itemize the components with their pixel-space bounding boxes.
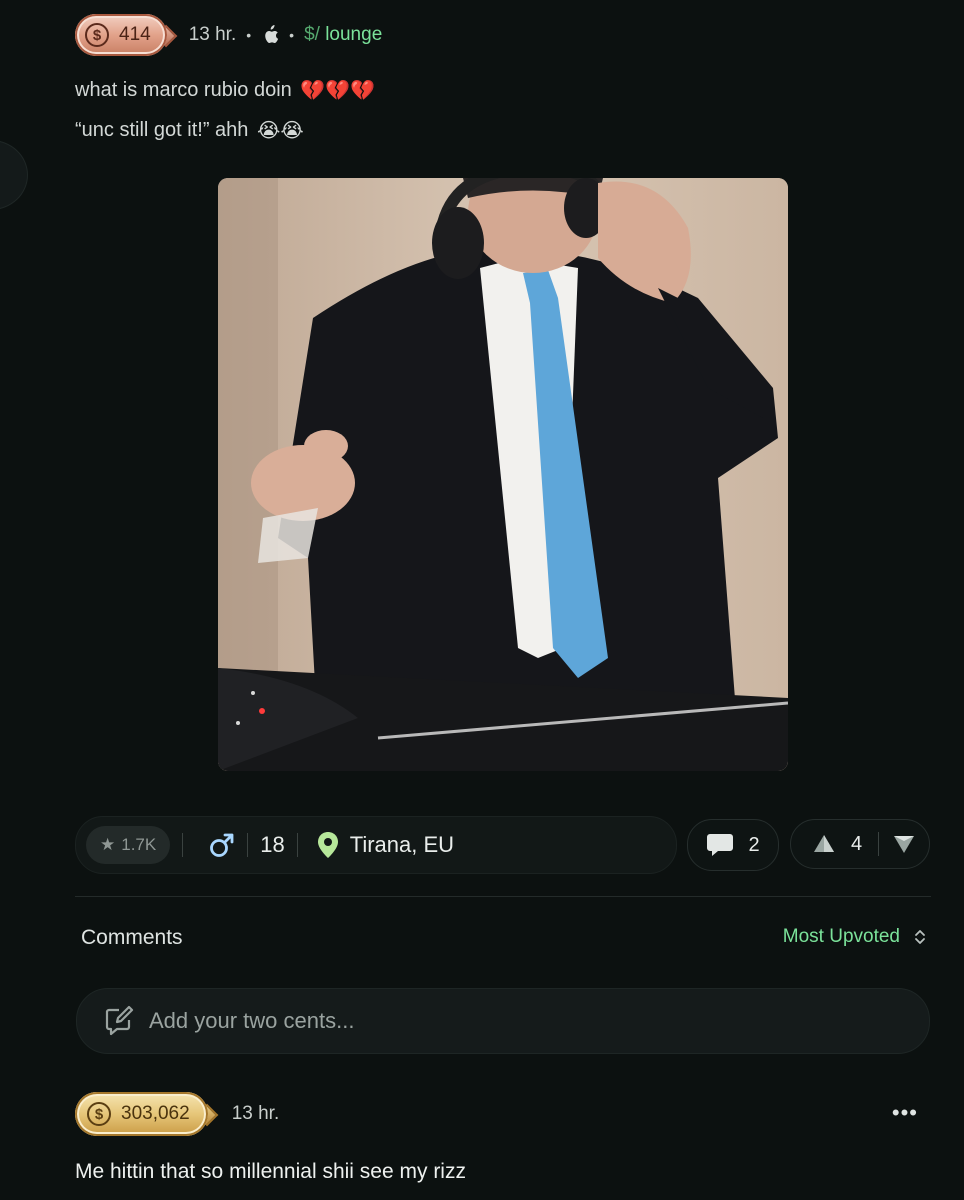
vote-count: 4: [851, 832, 863, 855]
comment-body: Me hittin that so millennial shii see my…: [75, 1160, 466, 1183]
comment-count: 2: [748, 833, 760, 856]
dollar-icon: $: [85, 23, 109, 47]
meta-separator: •: [246, 27, 252, 43]
compose-icon: [105, 1005, 134, 1036]
rating-chip[interactable]: ★ 1.7K: [86, 826, 171, 864]
dj-photo-illustration: [218, 178, 788, 771]
post-header: $ 414 13 hr. • • $/ lounge: [75, 12, 382, 58]
star-icon: ★: [100, 835, 116, 854]
coin-value: 414: [119, 24, 151, 45]
speech-bubble-icon: [707, 834, 734, 856]
community-prefix: $/: [304, 24, 320, 45]
post-body-line-2: “unc still got it!” ahh 😭😭: [75, 118, 304, 143]
post-stats-bar: ★ 1.7K 18 Tirana, EU: [75, 816, 677, 874]
stat-divider: [182, 833, 184, 857]
age-value: 18: [260, 832, 285, 857]
dollar-icon: $: [87, 1102, 111, 1126]
location-pin-icon: [317, 832, 338, 858]
downvote-icon[interactable]: [893, 834, 915, 854]
community-link[interactable]: $/ lounge: [304, 24, 382, 46]
meta-separator: •: [289, 27, 295, 43]
community-name: lounge: [325, 24, 383, 45]
stat-divider: [296, 833, 298, 857]
vote-divider: [878, 832, 880, 856]
comments-button[interactable]: 2: [687, 819, 779, 871]
add-comment-input[interactable]: Add your two cents...: [76, 988, 930, 1054]
comment-time: 13 hr.: [231, 1103, 280, 1124]
post-body-line-1: what is marco rubio doin 💔💔💔: [75, 78, 375, 103]
apple-icon: [265, 25, 279, 43]
comments-heading: Comments: [81, 926, 183, 949]
more-options-icon[interactable]: •••: [892, 1100, 918, 1126]
upvote-icon[interactable]: [813, 834, 835, 854]
male-symbol-icon: [210, 833, 234, 857]
rating-value: 1.7K: [121, 835, 157, 854]
vote-control: 4: [790, 819, 930, 869]
sort-dropdown[interactable]: Most Upvoted: [783, 926, 926, 948]
coin-badge[interactable]: $ 414: [75, 14, 167, 56]
crying-emoji: 😭😭: [256, 120, 304, 142]
post-time: 13 hr.: [188, 24, 237, 45]
section-divider: [75, 896, 931, 897]
sort-label: Most Upvoted: [782, 926, 900, 947]
comment-coin-value: 303,062: [121, 1103, 190, 1124]
location-text: Tirana, EU: [349, 832, 455, 857]
comment-header: $ 303,062 13 hr.: [75, 1090, 279, 1138]
post-image[interactable]: [218, 178, 788, 771]
comment-placeholder: Add your two cents...: [149, 1008, 355, 1033]
post-text-1: what is marco rubio doin: [75, 78, 292, 101]
stat-divider: [247, 833, 249, 857]
side-avatar-circle[interactable]: [0, 140, 28, 210]
post-text-2: “unc still got it!” ahh: [75, 118, 249, 141]
chevron-up-down-icon: [915, 930, 925, 944]
broken-heart-emoji: 💔💔💔: [300, 80, 376, 102]
comment-coin-badge[interactable]: $ 303,062: [75, 1092, 208, 1136]
